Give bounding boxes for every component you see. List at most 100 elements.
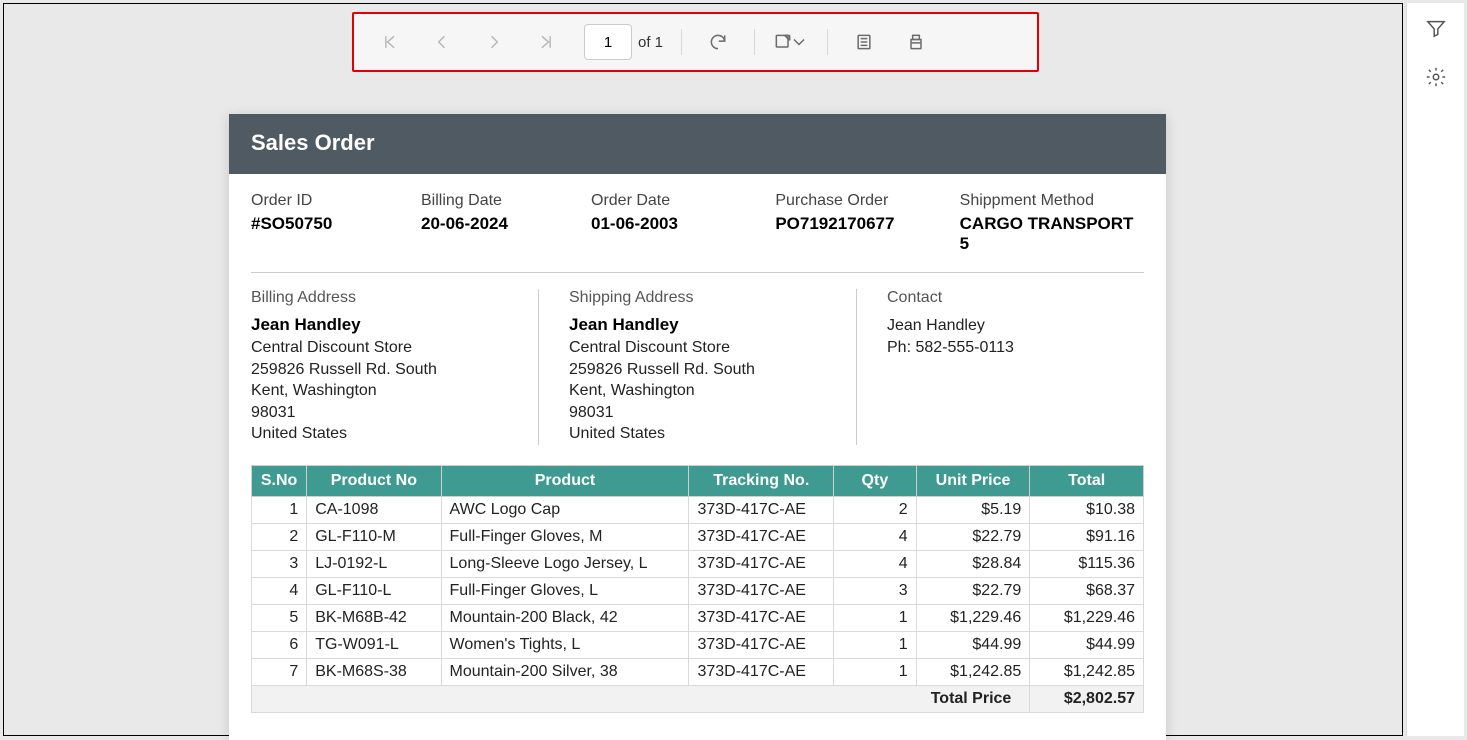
contact-phone: Ph: 582-555-0113 [887, 337, 1144, 359]
cell-tracking: 373D-417C-AE [689, 631, 834, 658]
cell-prodno: TG-W091-L [307, 631, 441, 658]
toolbar-divider [827, 29, 828, 55]
cell-product: Full-Finger Gloves, L [441, 577, 689, 604]
cell-total: $10.38 [1030, 496, 1144, 523]
cell-product: Women's Tights, L [441, 631, 689, 658]
cell-unit-price: $22.79 [916, 577, 1030, 604]
billing-address-block: Billing Address Jean Handley Central Dis… [251, 289, 539, 445]
report-toolbar: of 1 [352, 12, 1039, 72]
shipping-city: Kent, Washington [569, 380, 826, 402]
table-row: 1CA-1098AWC Logo Cap373D-417C-AE2$5.19$1… [252, 496, 1144, 523]
page-number-input[interactable] [584, 24, 632, 60]
billing-city: Kent, Washington [251, 380, 508, 402]
items-table: S.No Product No Product Tracking No. Qty… [251, 465, 1144, 713]
cell-tracking: 373D-417C-AE [689, 523, 834, 550]
cell-unit-price: $1,229.46 [916, 604, 1030, 631]
cell-total: $115.36 [1030, 550, 1144, 577]
po-value: PO7192170677 [775, 214, 959, 234]
cell-unit-price: $28.84 [916, 550, 1030, 577]
cell-product: Mountain-200 Black, 42 [441, 604, 689, 631]
shipping-address-title: Shipping Address [569, 289, 826, 307]
cell-qty: 4 [834, 550, 917, 577]
gear-icon[interactable] [1425, 66, 1447, 93]
shipping-street: 259826 Russell Rd. South [569, 359, 826, 381]
total-row: Total Price $2,802.57 [252, 685, 1144, 712]
billing-company: Central Discount Store [251, 337, 508, 359]
billing-name: Jean Handley [251, 315, 508, 335]
address-row: Billing Address Jean Handley Central Dis… [229, 273, 1166, 459]
prev-page-button[interactable] [420, 20, 464, 64]
cell-total: $1,229.46 [1030, 604, 1144, 631]
billing-address-title: Billing Address [251, 289, 508, 307]
contact-title: Contact [887, 289, 1144, 307]
cell-tracking: 373D-417C-AE [689, 658, 834, 685]
cell-prodno: BK-M68S-38 [307, 658, 441, 685]
cell-product: Mountain-200 Silver, 38 [441, 658, 689, 685]
cell-prodno: GL-F110-L [307, 577, 441, 604]
po-label: Purchase Order [775, 192, 959, 210]
print-button[interactable] [894, 20, 938, 64]
total-price-value: $2,802.57 [1030, 685, 1144, 712]
cell-sno: 7 [252, 658, 307, 685]
cell-sno: 1 [252, 496, 307, 523]
cell-qty: 1 [834, 631, 917, 658]
cell-sno: 3 [252, 550, 307, 577]
filter-icon[interactable] [1425, 17, 1447, 44]
first-page-button[interactable] [368, 20, 412, 64]
ship-method-label: Shippment Method [960, 192, 1144, 210]
cell-total: $44.99 [1030, 631, 1144, 658]
cell-total: $1,242.85 [1030, 658, 1144, 685]
next-page-button[interactable] [472, 20, 516, 64]
col-prodno: Product No [307, 465, 441, 496]
cell-prodno: GL-F110-M [307, 523, 441, 550]
billing-date-value: 20-06-2024 [421, 214, 591, 234]
col-sno: S.No [252, 465, 307, 496]
cell-qty: 1 [834, 658, 917, 685]
shipping-zip: 98031 [569, 402, 826, 424]
cell-unit-price: $22.79 [916, 523, 1030, 550]
cell-product: AWC Logo Cap [441, 496, 689, 523]
table-row: 2GL-F110-MFull-Finger Gloves, M373D-417C… [252, 523, 1144, 550]
order-id-label: Order ID [251, 192, 421, 210]
cell-product: Long-Sleeve Logo Jersey, L [441, 550, 689, 577]
ship-method-value: CARGO TRANSPORT 5 [960, 214, 1144, 254]
cell-tracking: 373D-417C-AE [689, 604, 834, 631]
report-title: Sales Order [229, 114, 1166, 174]
toolbar-divider [754, 29, 755, 55]
table-row: 7BK-M68S-38Mountain-200 Silver, 38373D-4… [252, 658, 1144, 685]
col-product: Product [441, 465, 689, 496]
total-price-label: Total Price [252, 685, 1030, 712]
toolbar-divider [681, 29, 682, 55]
contact-block: Contact Jean Handley Ph: 582-555-0113 [887, 289, 1144, 445]
cell-prodno: BK-M68B-42 [307, 604, 441, 631]
cell-prodno: LJ-0192-L [307, 550, 441, 577]
last-page-button[interactable] [524, 20, 568, 64]
col-qty: Qty [834, 465, 917, 496]
cell-total: $68.37 [1030, 577, 1144, 604]
table-header-row: S.No Product No Product Tracking No. Qty… [252, 465, 1144, 496]
cell-tracking: 373D-417C-AE [689, 577, 834, 604]
order-id-value: #SO50750 [251, 214, 421, 234]
cell-unit-price: $5.19 [916, 496, 1030, 523]
cell-qty: 3 [834, 577, 917, 604]
export-button[interactable] [769, 20, 813, 64]
shipping-country: United States [569, 423, 826, 445]
shipping-name: Jean Handley [569, 315, 826, 335]
cell-tracking: 373D-417C-AE [689, 496, 834, 523]
cell-sno: 6 [252, 631, 307, 658]
right-rail [1406, 3, 1464, 736]
viewer-frame: of 1 Sales Order Order ID #SO50750 Billi… [3, 3, 1403, 736]
cell-sno: 5 [252, 604, 307, 631]
cell-sno: 4 [252, 577, 307, 604]
col-total: Total [1030, 465, 1144, 496]
refresh-button[interactable] [696, 20, 740, 64]
report-document: Sales Order Order ID #SO50750 Billing Da… [229, 114, 1166, 740]
cell-tracking: 373D-417C-AE [689, 550, 834, 577]
cell-unit-price: $1,242.85 [916, 658, 1030, 685]
billing-street: 259826 Russell Rd. South [251, 359, 508, 381]
cell-product: Full-Finger Gloves, M [441, 523, 689, 550]
chevron-down-icon [789, 32, 809, 52]
page-layout-button[interactable] [842, 20, 886, 64]
table-row: 3LJ-0192-LLong-Sleeve Logo Jersey, L373D… [252, 550, 1144, 577]
shipping-company: Central Discount Store [569, 337, 826, 359]
